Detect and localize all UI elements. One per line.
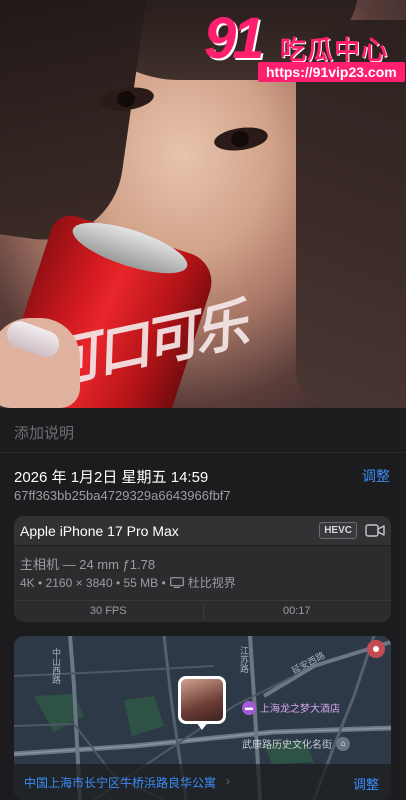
video-duration: 00:17 [282,605,311,617]
map-footer: 中国上海市长宁区牛桥浜路良华公寓 › 调整 [14,764,391,800]
specs-text: 4K • 2160 × 3840 • 55 MB • [20,575,166,590]
adjust-location-button[interactable]: 调整 [353,774,379,793]
hair-shape [0,0,148,250]
codec-badge: HEVC [319,522,357,539]
camera-info-card: Apple iPhone 17 Pro Max HEVC 主相机 — 24 mm… [14,516,391,622]
photo-thumbnail-pin[interactable] [178,676,226,724]
watermark-url: https://91vip23.com [258,62,405,82]
hdr-format: 杜比视界 [187,576,236,590]
lens-info: 主相机 — 24 mm ƒ1.78 [20,557,156,572]
watermark: 91 吃瓜中心 https://91vip23.com [204,6,405,84]
frame-rate: 30 FPS [89,605,127,617]
location-pin-icon[interactable] [367,640,385,658]
eye-shape [212,124,270,154]
location-map[interactable]: 中山西路 江苏路 延安西路 ▬ 上海龙之梦大酒店 武康路历史文化名街 ⌂ 中国上… [14,636,391,800]
poi-hotel: ▬ 上海龙之梦大酒店 [242,700,340,715]
camera-card-footer: 30 FPS 00:17 [14,600,391,622]
camera-card-header: Apple iPhone 17 Pro Max HEVC [14,516,391,546]
poi-hotel-label: 上海龙之梦大酒店 [260,704,340,715]
watermark-number: 91 [204,6,264,71]
bed-icon: ▬ [242,700,256,715]
map-road-label: 江苏路 [239,646,249,673]
video-specs: 4K • 2160 × 3840 • 55 MB • 杜比视界 [20,574,236,591]
file-name: 67ff363bb25ba4729329a6643966fbf7 [14,488,231,503]
location-address-link[interactable]: 中国上海市长宁区牛桥浜路良华公寓 [24,774,216,791]
adjust-datetime-button[interactable]: 调整 [362,466,390,486]
map-road-label: 中山西路 [51,648,61,684]
photo-viewer[interactable]: 可口可乐 91 吃瓜中心 https://91vip23.com [0,0,406,408]
divider [0,452,406,453]
poi-street-label: 武康路历史文化名街 [242,740,332,751]
caption-field[interactable]: 添加说明 [14,422,74,443]
capture-datetime: 2026 年 1月2日 星期五 14:59 [14,469,209,486]
landmark-icon: ⌂ [336,736,350,751]
chevron-right-icon: › [226,774,230,788]
tv-icon [169,577,184,588]
video-camera-icon [365,524,385,537]
device-name: Apple iPhone 17 Pro Max [20,523,179,539]
poi-street: 武康路历史文化名街 ⌂ [242,736,350,751]
info-panel: 添加说明 2026 年 1月2日 星期五 14:59 调整 67ff363bb2… [0,408,406,800]
